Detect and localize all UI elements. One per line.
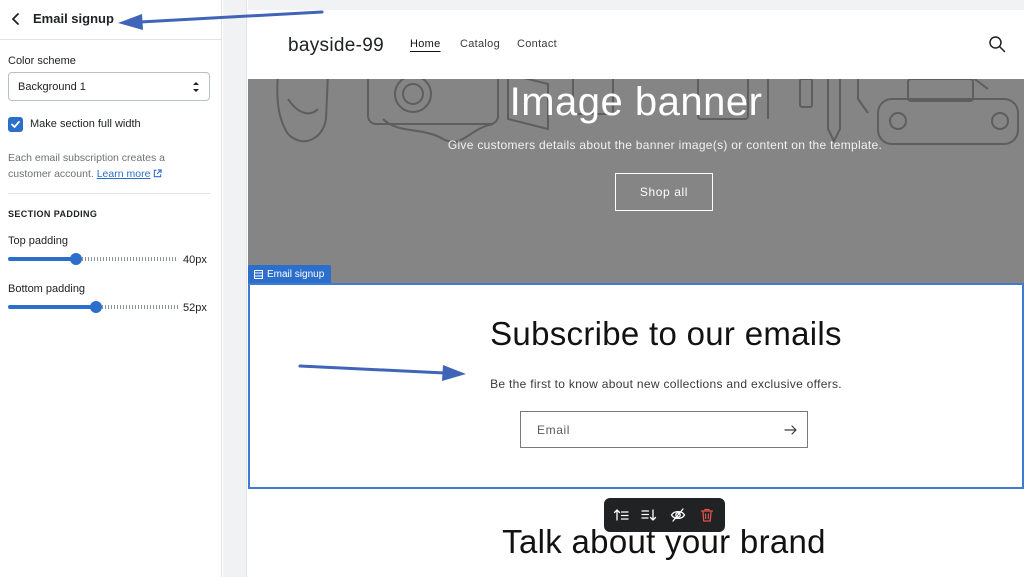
full-width-label[interactable]: Make section full width <box>30 118 141 130</box>
banner-subtitle: Give customers details about the banner … <box>447 138 883 152</box>
preview-top-strip <box>248 0 1024 10</box>
image-banner: Image banner Give customers details abou… <box>248 79 1024 283</box>
external-link-icon <box>154 169 163 178</box>
slider-thumb[interactable] <box>70 253 82 265</box>
hide-icon <box>670 508 686 522</box>
nav-contact[interactable]: Contact <box>517 38 557 50</box>
full-width-checkbox[interactable] <box>8 117 23 132</box>
panel-header: Email signup <box>0 0 222 40</box>
section-tag-label: Email signup <box>267 268 325 280</box>
banner-title: Image banner <box>509 80 763 124</box>
search-icon[interactable] <box>988 35 1006 53</box>
move-down-icon <box>641 509 657 521</box>
top-padding-label: Top padding <box>8 235 68 247</box>
store-preview: bayside-99 Home Catalog Contact Image ba… <box>248 0 1024 577</box>
learn-more-label: Learn more <box>96 168 151 180</box>
bottom-padding-slider[interactable] <box>8 300 178 314</box>
nav-home[interactable]: Home <box>410 38 441 50</box>
signup-subtitle: Be the first to know about new collectio… <box>490 377 842 391</box>
delete-section-button[interactable] <box>697 505 717 525</box>
slider-track <box>76 257 178 261</box>
signup-title: Subscribe to our emails <box>490 315 842 352</box>
store-name[interactable]: bayside-99 <box>288 35 384 57</box>
panel-divider <box>8 193 210 194</box>
color-scheme-value: Background 1 <box>18 81 86 93</box>
editor-gutter <box>223 0 247 577</box>
slider-thumb[interactable] <box>90 301 103 313</box>
learn-more-link[interactable]: Learn more <box>97 168 163 180</box>
move-down-button[interactable] <box>639 505 659 525</box>
panel-title: Email signup <box>33 11 114 26</box>
section-toolbar <box>604 498 725 532</box>
color-scheme-select[interactable]: Background 1 <box>8 72 210 101</box>
color-scheme-label: Color scheme <box>8 55 76 67</box>
email-placeholder: Email <box>537 423 571 437</box>
section-icon <box>254 269 263 279</box>
back-button[interactable] <box>6 9 26 29</box>
shop-all-button[interactable]: Shop all <box>615 173 713 211</box>
slider-track <box>96 305 178 309</box>
move-up-icon <box>613 509 629 521</box>
select-arrows-icon <box>193 82 199 92</box>
chevron-left-icon <box>12 13 19 25</box>
move-up-button[interactable] <box>611 505 631 525</box>
section-padding-heading: SECTION PADDING <box>8 209 98 219</box>
slider-fill <box>8 257 76 261</box>
bottom-padding-value: 52px <box>183 302 207 314</box>
slider-fill <box>8 305 97 309</box>
store-header: bayside-99 Home Catalog Contact <box>248 10 1024 79</box>
email-signup-section-tag[interactable]: Email signup <box>248 265 332 283</box>
subscription-help-text: Each email subscription creates a custom… <box>8 150 198 182</box>
checkmark-icon <box>11 120 20 128</box>
settings-panel: Email signup Color scheme Background 1 M… <box>0 0 222 577</box>
bottom-padding-label: Bottom padding <box>8 283 86 295</box>
nav-catalog[interactable]: Catalog <box>460 38 500 50</box>
delete-icon <box>700 508 714 522</box>
top-padding-slider[interactable] <box>8 252 178 266</box>
hide-section-button[interactable] <box>668 505 688 525</box>
top-padding-value: 40px <box>183 254 207 266</box>
email-input[interactable]: Email <box>520 411 808 448</box>
email-signup-section[interactable]: Subscribe to our emails Be the first to … <box>248 283 1024 489</box>
arrow-right-icon[interactable] <box>783 422 799 438</box>
